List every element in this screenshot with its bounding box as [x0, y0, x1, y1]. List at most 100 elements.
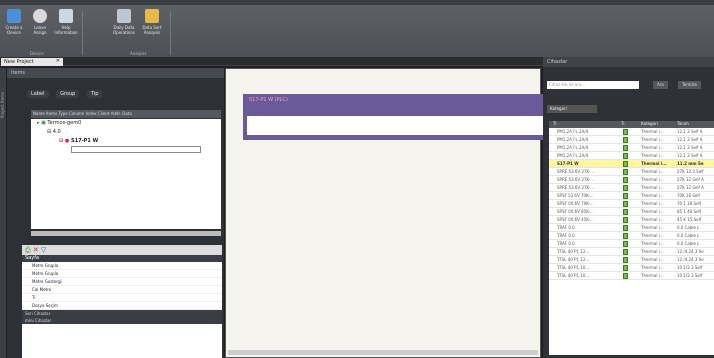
- label-dropdown[interactable]: Label: [27, 90, 49, 98]
- category-dropdown[interactable]: Kategori: [547, 105, 597, 113]
- tree-node[interactable]: ▸ ▣ Termos-gem0: [31, 119, 221, 128]
- device-category: Thermal i...: [641, 257, 664, 262]
- device-description: 12.1 3 Self A: [677, 137, 703, 142]
- device-name: SPSF 0X 6V 85K-...: [557, 209, 594, 214]
- table-row[interactable]: PM1 2A FL 2A/4 Thermal i... 12.1 3 Self A: [549, 152, 714, 160]
- frame-body[interactable]: [247, 116, 545, 135]
- ribbon-separator: [82, 11, 83, 55]
- column-headers[interactable]: Name Items Type Column Index Client Addr…: [31, 110, 221, 118]
- device-category: Thermal i...: [641, 249, 664, 254]
- device-name: TFSL 40 P1 12...: [557, 249, 590, 254]
- device-description: 0.0 Cable L: [677, 241, 700, 246]
- table-row[interactable]: SPSF 0X 6V 85K-... Thermal i... 85 1 40 Se…: [549, 208, 714, 216]
- device-frame[interactable]: S17-P1 W (PLC): [243, 94, 545, 140]
- ribbon-group-label: Analysis: [130, 51, 147, 56]
- device-name: TFSL 40 P1 12...: [557, 257, 590, 262]
- tip-dropdown[interactable]: Tip: [86, 90, 103, 98]
- tree-node[interactable]: ⊟ ● S17-P1 W: [31, 137, 221, 146]
- device-category: Thermal i...: [641, 169, 664, 174]
- create-device-button[interactable]: Create a Device: [2, 8, 26, 48]
- table-row[interactable]: TFSL 40 P1 12... Thermal i... 12 /4 24 3 S…: [549, 256, 714, 264]
- device-description: 11.2 mm Se: [677, 161, 704, 166]
- device-description: 10 1/2.3 Self: [677, 273, 703, 278]
- frame-label: S17-P1 W (PLC): [249, 97, 288, 103]
- tree-node[interactable]: ⊟ 4.0: [31, 128, 221, 137]
- device-category: Thermal i...: [641, 209, 664, 214]
- device-category: Thermal i...: [641, 193, 664, 198]
- design-canvas[interactable]: S17-P1 W (PLC): [225, 68, 545, 358]
- category-mini[interactable]: mini Cihazlar: [22, 317, 222, 324]
- device-name: TRAF 0.0: [557, 241, 575, 246]
- list-item[interactable]: Ti: [22, 294, 222, 302]
- list-item[interactable]: Metre Grupla: [22, 270, 222, 278]
- device-category: Thermal i...: [641, 217, 664, 222]
- delete-icon[interactable]: ✕: [33, 246, 39, 254]
- devices-table[interactable]: Ti Ti Kategori Tanım PM1 2A FL 2A/4 Therm…: [549, 121, 714, 355]
- leave-assign-button[interactable]: Leave Assign: [28, 8, 52, 48]
- device-category: Thermal i...: [641, 177, 664, 182]
- device-description: 12.1 3 Self A: [677, 129, 703, 134]
- devices-panel: Cihazlar Cihaz Adı ile ara... Ara Temizl…: [543, 57, 714, 358]
- device-description: 85 1 40 Self: [677, 209, 702, 214]
- daily-data-button[interactable]: Daily Data Operations: [112, 8, 136, 48]
- group-dropdown[interactable]: Group: [56, 90, 80, 98]
- data-sort-button[interactable]: Data Sort Analysis: [140, 8, 164, 48]
- device-name: SPRE 53 6V 27K-...: [557, 177, 594, 182]
- tab-new-project[interactable]: New Project ✕: [1, 58, 63, 66]
- data-sort-icon: [145, 9, 159, 23]
- table-row[interactable]: SPSF 0X 6V 45K-... Thermal i... 45 K 15 Se…: [549, 216, 714, 224]
- table-row[interactable]: TFSL 40 P1 10... Thermal i... 10 1/2.3 Sel…: [549, 272, 714, 280]
- device-name: S17-P1 W: [557, 161, 579, 166]
- create-device-icon: [7, 9, 21, 23]
- table-row[interactable]: SPRE 53 6V 27K-... Thermal i... 27K 12 Sel…: [549, 176, 714, 184]
- table-row[interactable]: S17-P1 W Thermal i... 11.2 mm Se: [549, 160, 714, 168]
- device-description: 0.0 Cable L: [677, 225, 700, 230]
- horizontal-scrollbar[interactable]: [31, 231, 221, 236]
- help-button[interactable]: Help Information: [54, 8, 78, 48]
- table-row[interactable]: TRAF 0.0 Thermal i... 0.0 Cable L: [549, 232, 714, 240]
- library-header: Sayfa: [22, 255, 222, 262]
- device-category: Thermal i...: [641, 233, 664, 238]
- table-row[interactable]: SPSF 0X 6V 70K-... Thermal i... 70 1 16 Se…: [549, 200, 714, 208]
- filter-icon[interactable]: ▽: [41, 246, 46, 254]
- category-seri[interactable]: Seri Cihazlar: [22, 310, 222, 317]
- device-description: 70K 16 Self: [677, 193, 700, 198]
- device-name: SPSF 53 6V 70K-...: [557, 193, 594, 198]
- project-tree[interactable]: ▸ ▣ Termos-gem0 ⊟ 4.0 ⊟ ● S17-P1 W: [31, 119, 221, 229]
- device-description: 27K 12 Self A: [677, 185, 704, 190]
- device-name: TRAF 0.0: [557, 225, 575, 230]
- items-toolbar: Label Group Tip: [27, 90, 108, 98]
- table-row[interactable]: SPSF 53 6V 70K-... Thermal i... 70K 16 Sel…: [549, 192, 714, 200]
- list-item[interactable]: Metre Grupla: [22, 262, 222, 270]
- horizontal-scrollbar[interactable]: [228, 350, 538, 355]
- table-row[interactable]: TFSL 40 P1 12... Thermal i... 12 /4 24 3 S…: [549, 248, 714, 256]
- search-button[interactable]: Ara: [653, 81, 668, 89]
- device-name: TFSL 40 P1 10...: [557, 273, 590, 278]
- table-row[interactable]: TRAF 0.0 Thermal i... 0.0 Cable L: [549, 224, 714, 232]
- list-item[interactable]: Dosya Seçim: [22, 302, 222, 310]
- table-row[interactable]: PM1 2A FL 2A/4 Thermal i... 12.1 3 Self A: [549, 128, 714, 136]
- table-row[interactable]: TRAF 0.0 Thermal i... 0.0 Cable L: [549, 240, 714, 248]
- device-description: 27K 12.3 Self: [677, 169, 704, 174]
- device-category: Thermal i...: [641, 273, 664, 278]
- list-item[interactable]: Metre Gostergi: [22, 278, 222, 286]
- side-strip[interactable]: Project Items: [0, 68, 6, 358]
- ribbon-group-label: Device: [30, 51, 44, 56]
- table-row[interactable]: SPRE 53 6V 27K-... Thermal i... 27K 12 Sel…: [549, 184, 714, 192]
- table-row[interactable]: SPRE 53 6V 27K-... Thermal i... 27K 12.3 S…: [549, 168, 714, 176]
- library-toolbar: ⎙ ✕ ▽: [22, 245, 222, 255]
- list-item[interactable]: Cal Metre: [22, 286, 222, 294]
- close-icon[interactable]: ✕: [56, 58, 60, 64]
- table-row[interactable]: PM1 2A FL 2A/4 Thermal i... 12.1 3 Self A: [549, 144, 714, 152]
- table-row[interactable]: TFSL 40 P1 10... Thermal i... 10 1/2.3 Sel…: [549, 264, 714, 272]
- clear-button[interactable]: Temizle: [678, 81, 701, 89]
- ribbon: Create a Device Leave Assign Help Inform…: [0, 5, 714, 57]
- device-category: Thermal i...: [641, 137, 664, 142]
- device-name: SPSF 0X 6V 45K-...: [557, 217, 594, 222]
- device-description: 12.1 3 Self A: [677, 153, 703, 158]
- save-icon[interactable]: ⎙: [25, 246, 31, 254]
- device-description: 12 /4 24 3 Se: [677, 249, 704, 254]
- search-input[interactable]: Cihaz Adı ile ara...: [547, 81, 639, 89]
- table-row[interactable]: PM1 2A FL 2A/4 Thermal i... 12.1 3 Self A: [549, 136, 714, 144]
- tree-node-input[interactable]: [31, 146, 221, 155]
